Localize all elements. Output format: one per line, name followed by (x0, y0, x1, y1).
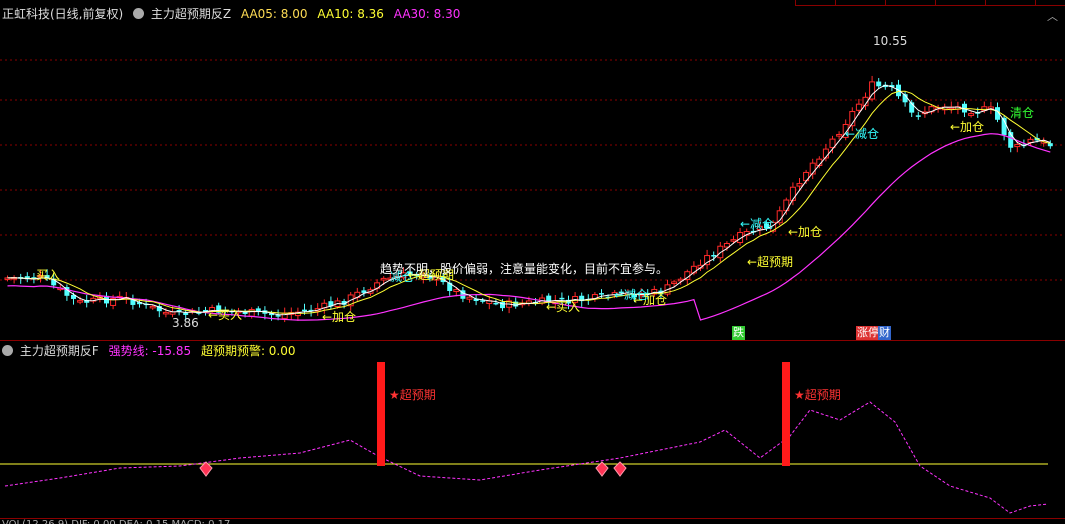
strong-line-label: 强势线: -15.85 (108, 344, 192, 358)
candle (162, 311, 169, 315)
finance-marker[interactable]: 财 (878, 326, 891, 340)
candle (876, 81, 882, 87)
super-label: ★超预期 (389, 388, 436, 402)
candle (599, 293, 604, 295)
sub-header: 主力超预期反F 强势线: -15.85 超预期预警: 0.00 (2, 343, 302, 359)
candle (915, 115, 921, 117)
candle (493, 302, 499, 305)
candle (480, 300, 486, 302)
candle (453, 289, 460, 293)
panel-divider (0, 340, 1065, 341)
candle (183, 312, 189, 315)
candle (302, 309, 307, 312)
indicator-chart[interactable] (0, 358, 1065, 518)
signal-buy: 买入 (36, 268, 61, 282)
candle (968, 113, 975, 116)
candle (796, 183, 803, 187)
candle (671, 281, 678, 285)
signal-super: ←超预期 (747, 255, 794, 269)
low-price-label: 3.86 (172, 316, 199, 330)
signal-reduce: ←减仓 (740, 217, 775, 231)
candle (1014, 144, 1021, 148)
super-bar (377, 362, 385, 466)
kline-chart[interactable] (0, 10, 1065, 340)
super-bar (782, 362, 790, 466)
high-price-label: 10.55 (873, 34, 908, 48)
candle (783, 199, 790, 212)
candle (1027, 138, 1034, 143)
signal-buy: ←买入 (546, 300, 581, 314)
strong-line (4, 401, 1049, 514)
candle (380, 277, 387, 281)
indicator-dropdown-icon[interactable] (2, 345, 13, 356)
candle (466, 296, 473, 300)
candle (711, 255, 717, 257)
candle (1047, 143, 1053, 147)
super-label: ★超预期 (794, 388, 841, 402)
candle (836, 134, 843, 137)
signal-buy: ←买入 (208, 308, 243, 322)
drop-marker[interactable]: 跌 (732, 326, 745, 340)
candle (255, 308, 261, 312)
signal-add: ←加仓 (950, 120, 985, 134)
signal-add: ←加仓 (788, 225, 823, 239)
limitup-marker[interactable]: 涨停 (856, 326, 880, 340)
warn-line-label: 超预期预警: 0.00 (200, 344, 296, 358)
candle (789, 186, 796, 201)
candle (275, 315, 281, 317)
bottom-indicator-header: VOL(12,26,9) DIF: 0.00 DEA: 0.15 MACD: 0… (2, 519, 230, 524)
candle (730, 239, 737, 242)
signal-reduce: ←减仓 (614, 288, 649, 302)
candle (149, 305, 156, 309)
signal-reduce: ←减仓 (845, 127, 880, 141)
sub-indicator-name[interactable]: 主力超预期反F (20, 344, 99, 358)
market-comment: 趋势不明，股价偏弱，注意量能变化，目前不宜参与。 (380, 262, 669, 276)
signal-add: ←加仓 (322, 310, 357, 324)
candle (77, 300, 84, 303)
candle (855, 103, 862, 111)
signal-clear: 清仓 (1010, 106, 1035, 120)
toolbar-strip (795, 0, 1065, 6)
